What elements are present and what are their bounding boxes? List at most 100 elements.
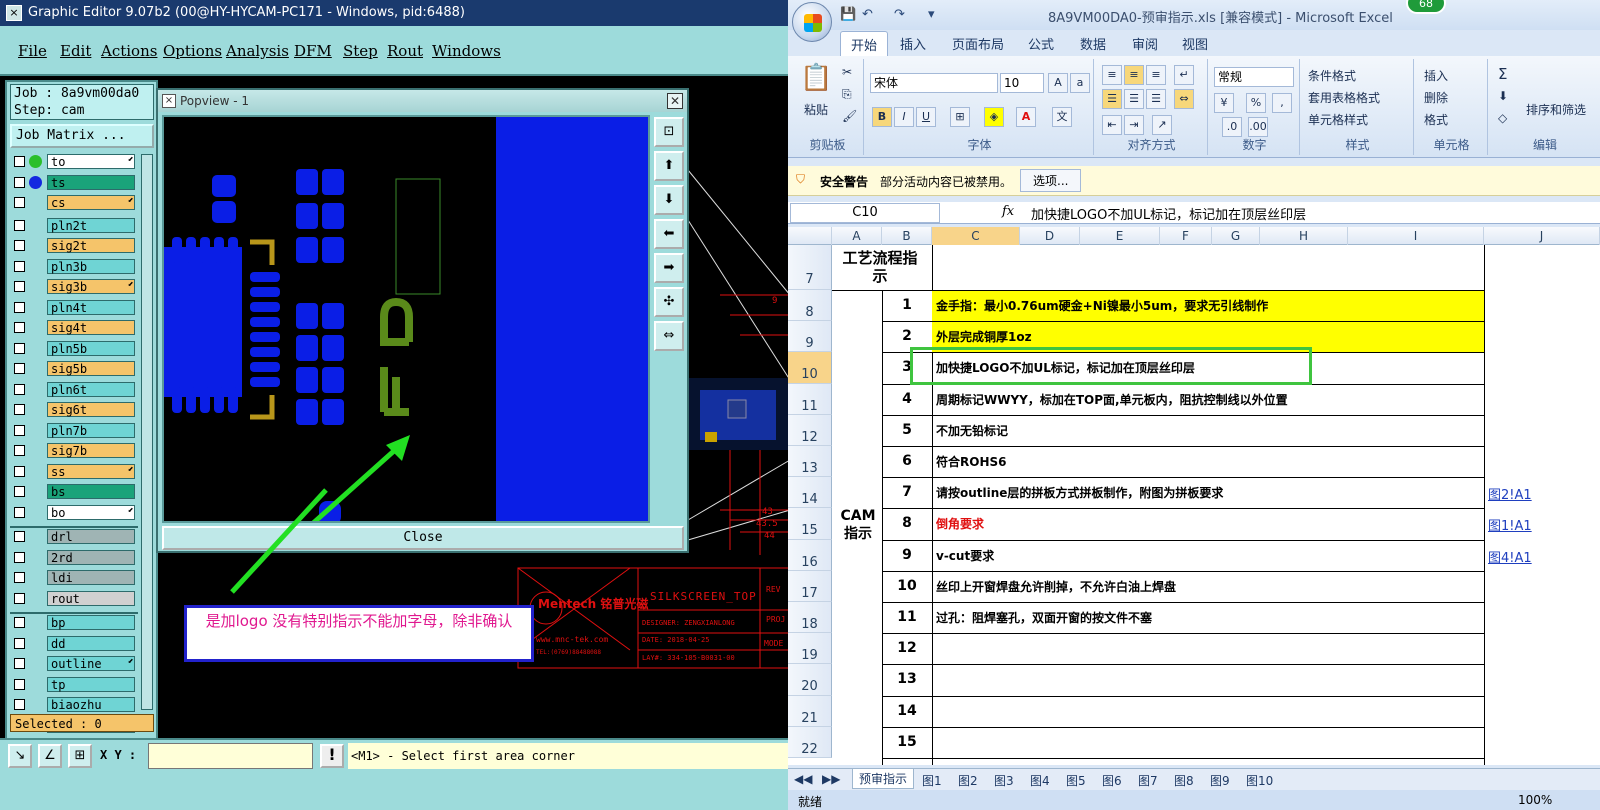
- conditional-format-button[interactable]: 条件格式: [1308, 67, 1356, 84]
- zoom-out-icon[interactable]: ⇔: [654, 321, 684, 351]
- customize-qat-icon[interactable]: ▾: [928, 7, 935, 22]
- instruction-text[interactable]: 周期标记WWYY，标加在TOP面,单元板内，阻抗控制线以外位置: [936, 391, 1288, 408]
- row-header[interactable]: 12: [788, 414, 832, 446]
- layer-checkbox[interactable]: [14, 637, 25, 649]
- grow-font-icon[interactable]: A: [1048, 73, 1068, 93]
- layer-checkbox[interactable]: [14, 699, 25, 710]
- row-header[interactable]: 15: [788, 508, 832, 540]
- layer-name[interactable]: outline: [47, 656, 135, 671]
- layer-name[interactable]: cs: [47, 195, 135, 210]
- layer-checkbox[interactable]: [14, 176, 25, 188]
- layer-name[interactable]: sig4t: [47, 320, 135, 335]
- layer-row-biaozhu[interactable]: biaozhu: [10, 697, 138, 713]
- sheet-tab[interactable]: 图9: [1210, 772, 1230, 789]
- row-header[interactable]: 18: [788, 602, 832, 634]
- layer-name[interactable]: sig2t: [47, 238, 135, 253]
- popview-title-bar[interactable]: × Popview - 1 ✕: [158, 90, 687, 112]
- undo-icon[interactable]: ↶: [862, 7, 873, 22]
- tab-data[interactable]: 数据: [1080, 34, 1106, 53]
- layer-checkbox[interactable]: [14, 617, 25, 628]
- sheet-tab[interactable]: 图6: [1102, 772, 1122, 789]
- layer-row-pln3b[interactable]: pln3b: [10, 258, 138, 275]
- formula-input[interactable]: 加快捷LOGO不加UL标记，标记加在顶层丝印层: [1031, 204, 1306, 223]
- layer-row-to[interactable]: to ⬋: [10, 154, 138, 170]
- row-header[interactable]: 13: [788, 446, 832, 478]
- align-middle-icon[interactable]: ≡: [1124, 65, 1144, 85]
- item-number[interactable]: 5: [882, 422, 932, 438]
- table-format-button[interactable]: 套用表格格式: [1308, 89, 1380, 106]
- item-number[interactable]: 7: [882, 484, 932, 500]
- instruction-text[interactable]: 丝印上开窗焊盘允许削掉，不允许白油上焊盘: [936, 578, 1176, 595]
- row-header[interactable]: 21: [788, 695, 832, 727]
- row-header[interactable]: 11: [788, 383, 832, 415]
- layer-name[interactable]: biaozhu: [47, 697, 135, 712]
- tab-home[interactable]: 开始: [840, 31, 889, 57]
- align-left-icon[interactable]: ☰: [1102, 89, 1122, 109]
- layer-row-sig6t[interactable]: sig6t: [10, 402, 138, 418]
- layer-row-dd[interactable]: dd: [10, 635, 138, 652]
- first-sheet-icon[interactable]: ◀◀: [794, 772, 812, 786]
- font-size-select[interactable]: 10: [1000, 73, 1044, 93]
- decrease-indent-icon[interactable]: ⇤: [1102, 115, 1122, 135]
- item-number[interactable]: 8: [882, 515, 932, 531]
- column-header[interactable]: G: [1212, 227, 1260, 245]
- wrap-text-icon[interactable]: ↵: [1174, 65, 1194, 85]
- layer-checkbox[interactable]: [14, 240, 25, 251]
- item-number[interactable]: 12: [882, 640, 932, 656]
- sheet-tab[interactable]: 图2: [958, 772, 978, 789]
- layer-checkbox[interactable]: [14, 572, 25, 583]
- layer-checkbox[interactable]: [14, 301, 25, 313]
- column-header[interactable]: B: [882, 227, 932, 245]
- layer-row-pln2t[interactable]: pln2t: [10, 217, 138, 234]
- sheet-tab[interactable]: 图5: [1066, 772, 1086, 789]
- layer-row-tp[interactable]: tp: [10, 676, 138, 693]
- font-name-select[interactable]: 宋体: [870, 73, 998, 93]
- layer-name[interactable]: bp: [47, 615, 135, 630]
- fill-color-icon[interactable]: ◈: [984, 107, 1004, 127]
- column-header[interactable]: A: [832, 227, 882, 245]
- layer-checkbox[interactable]: [14, 342, 25, 354]
- layer-name[interactable]: ldi: [47, 570, 135, 585]
- layer-name[interactable]: pln3b: [47, 258, 135, 274]
- close-icon[interactable]: ✕: [667, 93, 683, 109]
- paste-button[interactable]: 粘贴: [804, 101, 828, 118]
- layer-row-bo[interactable]: bo ⬋: [10, 504, 138, 521]
- menu-step[interactable]: Step: [343, 42, 378, 60]
- layer-row-sig7b[interactable]: sig7b: [10, 443, 138, 459]
- layer-checkbox[interactable]: [14, 592, 25, 604]
- layer-row-pln4t[interactable]: pln4t: [10, 299, 138, 316]
- item-number[interactable]: 6: [882, 453, 932, 469]
- layer-checkbox[interactable]: [14, 260, 25, 272]
- format-button[interactable]: 格式: [1424, 111, 1448, 128]
- sheet-tab[interactable]: 图3: [994, 772, 1014, 789]
- underline-icon[interactable]: U: [916, 107, 936, 127]
- item-number[interactable]: 1: [882, 297, 932, 313]
- column-header[interactable]: H: [1260, 227, 1348, 245]
- layer-checkbox[interactable]: [14, 465, 25, 477]
- row-header[interactable]: 10: [788, 352, 832, 384]
- menu-edit[interactable]: Edit: [60, 42, 91, 60]
- layer-name[interactable]: drl: [47, 529, 135, 544]
- layer-row-rout[interactable]: rout: [10, 590, 138, 607]
- layer-row-pln6t[interactable]: pln6t: [10, 381, 138, 398]
- layer-name[interactable]: bs: [47, 484, 135, 499]
- layer-checkbox[interactable]: [14, 404, 25, 415]
- layer-checkbox[interactable]: [14, 424, 25, 436]
- instruction-text[interactable]: 不加无铅标记: [936, 422, 1008, 439]
- worksheet-grid[interactable]: 7 工艺流程指示 CAM指示 8 1 金手指：最小0.76um硬金+Ni镍最小5um…: [788, 245, 1600, 765]
- increase-indent-icon[interactable]: ⇥: [1124, 115, 1144, 135]
- pan-right-icon[interactable]: ➡: [654, 253, 684, 283]
- layer-row-drl[interactable]: drl: [10, 529, 138, 545]
- sheet-tab[interactable]: 图7: [1138, 772, 1158, 789]
- hyperlink[interactable]: 图4!A1: [1488, 547, 1532, 566]
- pan-left-icon[interactable]: ⬅: [654, 219, 684, 249]
- layer-row-2rd[interactable]: 2rd: [10, 549, 138, 566]
- layer-row-sig2t[interactable]: sig2t: [10, 238, 138, 254]
- tab-insert[interactable]: 插入: [900, 34, 926, 53]
- menu-options[interactable]: Options: [163, 42, 222, 60]
- process-header[interactable]: 工艺流程指示: [840, 249, 920, 285]
- italic-icon[interactable]: I: [894, 107, 914, 127]
- number-format-select[interactable]: 常规: [1214, 67, 1294, 87]
- layer-name[interactable]: pln5b: [47, 340, 135, 356]
- layer-checkbox[interactable]: [14, 383, 25, 395]
